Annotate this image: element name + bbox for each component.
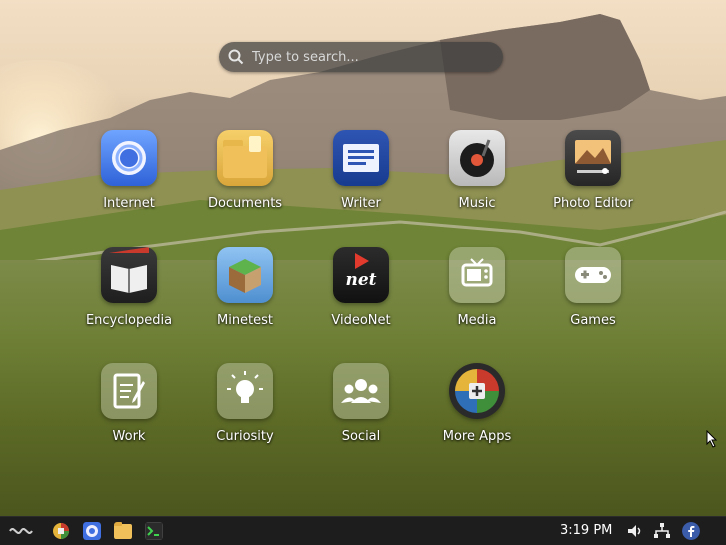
app-label: Games (570, 313, 616, 328)
app-store-icon[interactable] (52, 522, 70, 540)
people-icon (333, 363, 389, 419)
app-videonet[interactable]: net VideoNet (303, 247, 419, 328)
app-documents[interactable]: Documents (187, 130, 303, 211)
app-label: Documents (207, 196, 283, 211)
app-curiosity[interactable]: Curiosity (187, 363, 303, 444)
files-icon[interactable] (114, 522, 132, 540)
app-label: Social (341, 429, 381, 444)
app-work[interactable]: Work (71, 363, 187, 444)
app-photo-editor[interactable]: Photo Editor (535, 130, 651, 211)
app-label: VideoNet (331, 313, 391, 328)
app-games[interactable]: Games (535, 247, 651, 328)
app-label: Work (112, 429, 146, 444)
app-label: Music (458, 196, 496, 211)
chromium-icon (101, 130, 157, 186)
app-label: More Apps (442, 429, 512, 444)
app-music[interactable]: Music (419, 130, 535, 211)
clock[interactable]: 3:19 PM (560, 523, 612, 538)
desktop-wallpaper: Internet Documents Writer Music Photo Ed… (0, 0, 726, 516)
tv-icon (449, 247, 505, 303)
app-social[interactable]: Social (303, 363, 419, 444)
taskbar: 3:19 PM (0, 516, 726, 545)
minetest-block-icon (217, 247, 273, 303)
search-icon (228, 49, 244, 65)
app-label: Encyclopedia (85, 313, 173, 328)
app-internet[interactable]: Internet (71, 130, 187, 211)
app-store-icon (449, 363, 505, 419)
writer-icon (333, 130, 389, 186)
app-label: Photo Editor (553, 196, 633, 211)
facebook-icon[interactable] (682, 522, 700, 540)
app-label: Media (457, 313, 497, 328)
app-label: Writer (341, 196, 381, 211)
mouse-cursor-icon (706, 430, 718, 448)
app-minetest[interactable]: Minetest (187, 247, 303, 328)
app-more-apps[interactable]: More Apps (419, 363, 535, 444)
show-desktop-icon[interactable] (8, 522, 34, 540)
folder-icon (217, 130, 273, 186)
search-bar[interactable] (219, 42, 503, 72)
gamepad-icon (565, 247, 621, 303)
document-pencil-icon (101, 363, 157, 419)
app-media[interactable]: Media (419, 247, 535, 328)
encyclopedia-book-icon (101, 247, 157, 303)
chromium-icon[interactable] (83, 522, 101, 540)
music-record-icon (449, 130, 505, 186)
photo-editor-icon (565, 130, 621, 186)
volume-icon[interactable] (626, 522, 644, 540)
videonet-icon: net (333, 247, 389, 303)
app-encyclopedia[interactable]: Encyclopedia (71, 247, 187, 328)
network-icon[interactable] (653, 522, 671, 540)
app-label: Curiosity (216, 429, 274, 444)
app-label: Minetest (216, 313, 274, 328)
search-input[interactable] (250, 48, 494, 66)
app-label: Internet (103, 196, 155, 211)
app-writer[interactable]: Writer (303, 130, 419, 211)
lightbulb-icon (217, 363, 273, 419)
terminal-icon[interactable] (145, 522, 163, 540)
svg-text:net: net (345, 270, 376, 290)
